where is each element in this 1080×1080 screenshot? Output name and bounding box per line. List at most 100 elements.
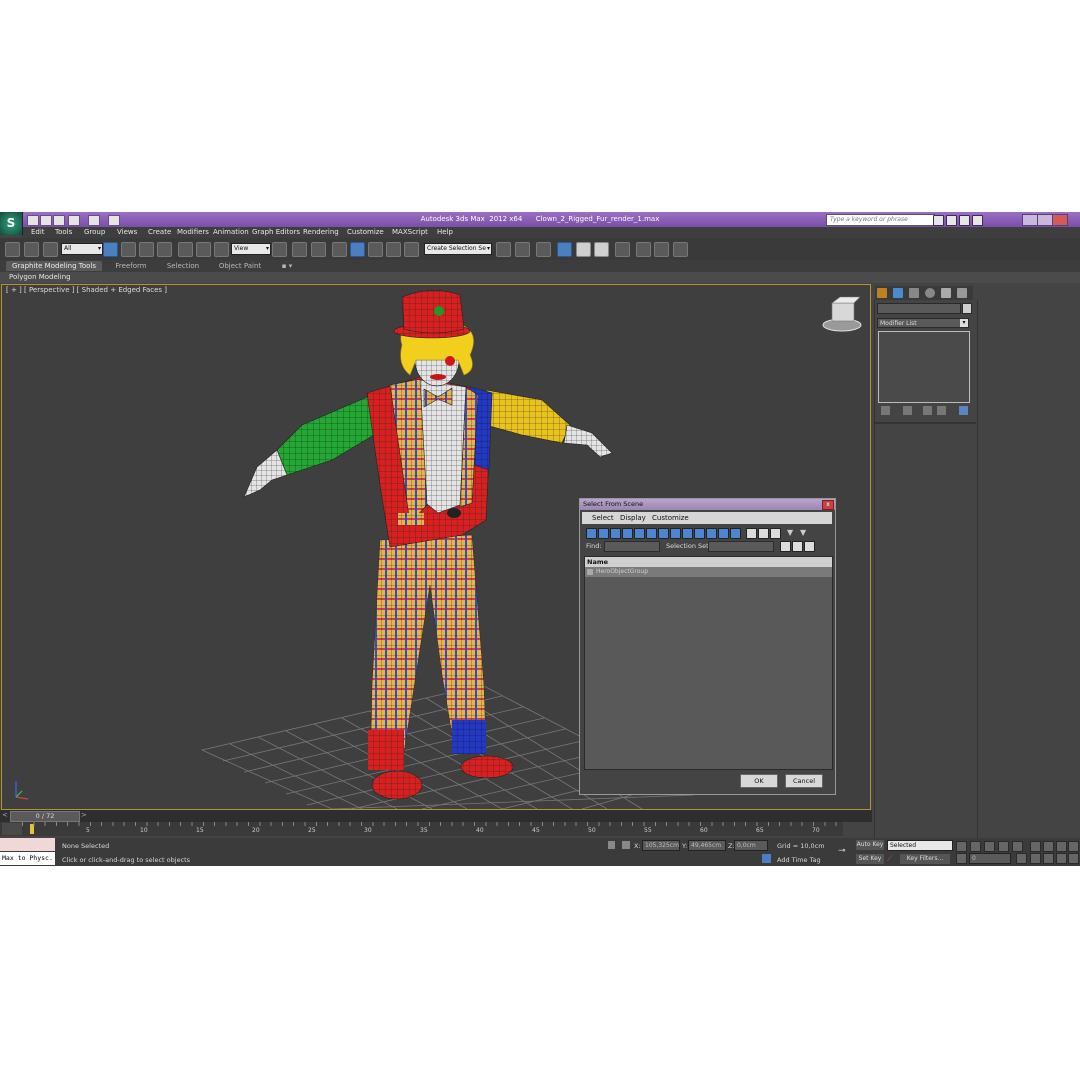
go-to-start-icon[interactable] [956,841,967,852]
material-editor-icon[interactable] [615,242,630,257]
move-icon[interactable] [178,242,193,257]
maximize-viewport-icon[interactable] [1068,853,1079,864]
layer-manager-icon[interactable] [536,242,551,257]
percent-snap-icon[interactable] [368,242,383,257]
named-selection-dropdown[interactable]: Create Selection Se ▾ [424,243,492,255]
display-tab-icon[interactable] [941,288,951,298]
menu-maxscript[interactable]: MAXScript [392,228,428,236]
menu-views[interactable]: Views [117,228,137,236]
select-dependents-icon[interactable] [792,541,803,552]
time-configuration-icon[interactable] [1016,853,1027,864]
display-geometry-icon[interactable] [586,528,597,539]
tab-freeform[interactable]: Freeform [106,261,156,271]
make-unique-icon[interactable] [923,406,932,415]
field-of-view-icon[interactable] [1030,853,1041,864]
key-filters-button[interactable]: Key Filters... [900,854,950,864]
search-input[interactable]: Type a keyword or phrase [826,214,935,226]
filter-icon[interactable]: ▼ [787,528,797,537]
bind-space-warp-icon[interactable] [43,242,58,257]
display-containers-icon[interactable] [694,528,705,539]
save-file-icon[interactable] [53,215,65,226]
menu-help[interactable]: Help [437,228,453,236]
open-file-icon[interactable] [40,215,52,226]
mini-curve-editor-icon[interactable] [2,823,22,835]
reference-coordinate-dropdown[interactable]: View ▾ [231,243,271,255]
menu-animation[interactable]: Animation [213,228,249,236]
add-time-tag[interactable]: Add Time Tag [777,856,821,864]
snaps-toggle-icon[interactable] [332,242,347,257]
auto-key-button[interactable]: Auto Key [856,840,884,850]
prev-frame-icon[interactable]: < [2,811,8,819]
go-to-end-icon[interactable] [1012,841,1023,852]
select-invert-icon[interactable] [770,528,781,539]
favorites-star-icon[interactable] [959,215,970,226]
close-button[interactable] [1052,214,1068,226]
display-groups-icon[interactable] [658,528,669,539]
select-object-icon[interactable] [103,242,118,257]
zoom-icon[interactable] [1030,841,1041,852]
spinner-snap-icon[interactable] [386,242,401,257]
keyboard-shortcut-icon[interactable] [311,242,326,257]
menu-rendering[interactable]: Rendering [303,228,339,236]
current-frame-field[interactable]: 0 [969,853,1011,864]
rotate-icon[interactable] [196,242,211,257]
play-icon[interactable] [984,841,995,852]
maxscript-listener-top[interactable] [0,838,55,851]
set-key-mode-icon[interactable]: ⟋ [887,854,897,864]
menu-modifiers[interactable]: Modifiers [177,228,209,236]
select-by-name-icon[interactable] [121,242,136,257]
undo-icon[interactable] [68,215,80,226]
z-coordinate-field[interactable]: 0,0cm [734,840,768,851]
zoom-extents-all-icon[interactable] [1068,841,1079,852]
help-icon[interactable] [972,215,983,226]
align-icon[interactable] [515,242,530,257]
menu-customize[interactable]: Customize [347,228,384,236]
lock-selection-icon[interactable] [608,841,615,849]
display-xrefs-icon[interactable] [670,528,681,539]
curve-editor-icon[interactable] [576,242,591,257]
key-mode-toggle-icon[interactable] [956,853,967,864]
pin-stack-icon[interactable] [881,406,890,415]
zoom-all-icon[interactable] [1043,841,1054,852]
menu-tools[interactable]: Tools [55,228,72,236]
edit-named-selection-icon[interactable] [404,242,419,257]
modifier-list-dropdown[interactable]: Modifier List ▾ [877,318,969,328]
selection-set-dropdown[interactable] [708,541,774,552]
set-key-button[interactable]: Set Key [856,854,884,864]
dialog-menu-customize[interactable]: Customize [652,514,689,522]
remove-modifier-icon[interactable] [937,406,946,415]
select-children-icon[interactable] [780,541,791,552]
hierarchy-tab-icon[interactable] [909,288,919,298]
select-manipulate-icon[interactable] [292,242,307,257]
minimize-button[interactable] [1022,214,1038,226]
time-tag-icon[interactable] [762,854,771,863]
menu-create[interactable]: Create [148,228,171,236]
key-icon[interactable]: ⊸ [838,847,852,856]
maximize-button[interactable] [1037,214,1053,226]
project-folder-icon[interactable] [108,215,120,226]
selection-filter-dropdown[interactable]: All ▾ [61,243,103,255]
display-bones-icon[interactable] [682,528,693,539]
tab-selection[interactable]: Selection [158,261,208,271]
object-color-swatch[interactable] [962,303,972,314]
mirror-icon[interactable] [496,242,511,257]
list-item[interactable]: HeroObjectGroup [585,567,832,577]
scale-icon[interactable] [214,242,229,257]
rectangular-selection-icon[interactable] [139,242,154,257]
configure-modifier-sets-icon[interactable] [959,406,968,415]
display-all-icon[interactable] [730,528,741,539]
menu-group[interactable]: Group [84,228,105,236]
display-hidden-icon[interactable] [718,528,729,539]
filter-options-icon[interactable]: ▼ [800,528,810,537]
modify-tab-icon[interactable] [893,288,903,298]
pivot-center-icon[interactable] [272,242,287,257]
menu-edit[interactable]: Edit [31,228,45,236]
render-production-icon[interactable] [673,242,688,257]
window-crossing-icon[interactable] [157,242,172,257]
show-end-result-icon[interactable] [903,406,912,415]
absolute-mode-icon[interactable] [622,841,630,849]
ok-button[interactable]: OK [740,774,778,788]
x-coordinate-field[interactable]: 105,325cm [642,840,680,851]
maxscript-listener[interactable]: Max to Physc. [0,852,55,865]
key-mode-dropdown[interactable]: Selected [887,840,953,851]
